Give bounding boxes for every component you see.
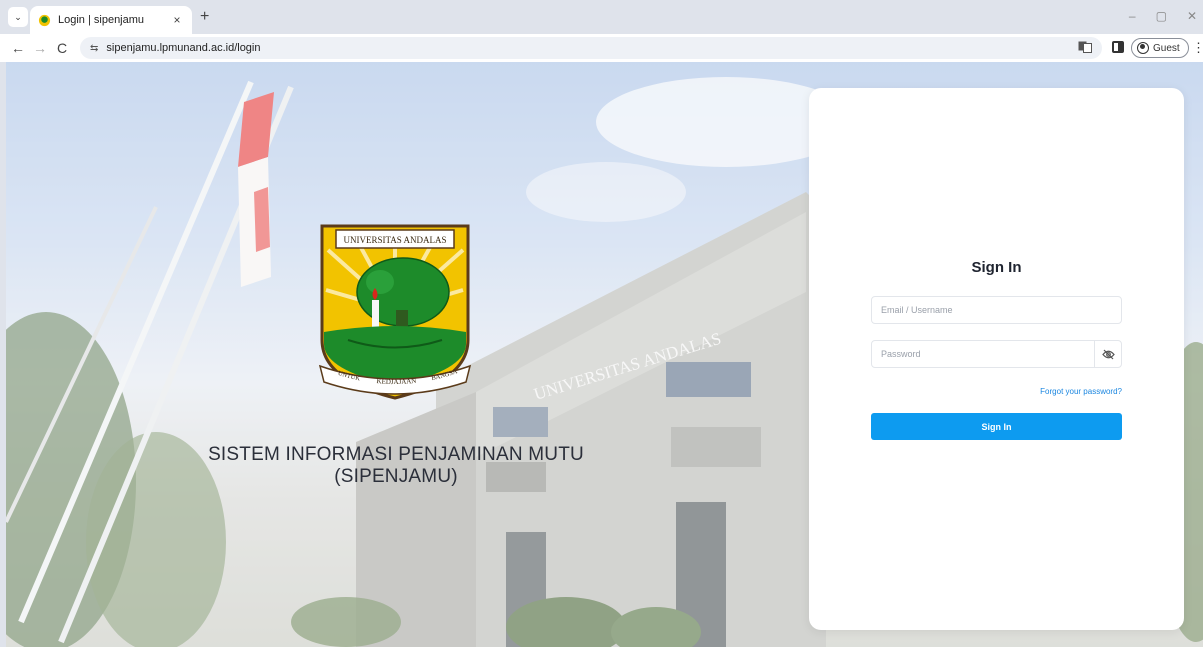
- back-button[interactable]: ←: [8, 40, 28, 56]
- reload-button[interactable]: C: [52, 40, 72, 56]
- sign-in-button[interactable]: Sign In: [871, 413, 1122, 440]
- logo-ribbon-mid: KEDJAJAAN: [376, 377, 416, 386]
- login-title: Sign In: [971, 259, 1022, 276]
- more-menu-icon[interactable]: ⋮: [1192, 40, 1203, 56]
- email-username-input[interactable]: [871, 296, 1122, 324]
- url-text[interactable]: sipenjamu.lpmunand.ac.id/login: [106, 42, 260, 54]
- close-window-icon[interactable]: ✕: [1187, 9, 1197, 23]
- tab-title: Login | sipenjamu: [58, 14, 145, 26]
- tab-search-button[interactable]: ⌄: [8, 7, 28, 27]
- window-controls: – ▢ ✕: [1129, 9, 1197, 23]
- minimize-icon[interactable]: –: [1129, 9, 1136, 23]
- chevron-down-icon: ⌄: [14, 11, 22, 22]
- app-title-line1: SISTEM INFORMASI PENJAMINAN MUTU: [208, 444, 584, 465]
- password-input[interactable]: [871, 340, 1122, 368]
- translate-icon[interactable]: [1078, 41, 1092, 53]
- app-title-line2: (SIPENJAMU): [334, 466, 458, 487]
- password-visibility-toggle[interactable]: [1094, 340, 1122, 368]
- eye-slash-icon: [1102, 349, 1115, 359]
- browser-toolbar: ← → C ⇆ sipenjamu.lpmunand.ac.id/login: [0, 34, 1203, 62]
- address-bar[interactable]: ⇆ sipenjamu.lpmunand.ac.id/login: [80, 37, 1102, 59]
- logo-banner-text: UNIVERSITAS ANDALAS: [343, 235, 446, 245]
- profile-button[interactable]: Guest: [1131, 38, 1189, 58]
- browser-tab-strip: ⌄ Login | sipenjamu × + – ▢ ✕: [0, 0, 1203, 34]
- profile-label: Guest: [1153, 42, 1180, 54]
- svg-text:KEDJAJAAN: KEDJAJAAN: [376, 377, 416, 386]
- forward-button[interactable]: →: [30, 40, 50, 56]
- forgot-password-link[interactable]: Forgot your password?: [1040, 387, 1122, 396]
- site-info-icon[interactable]: ⇆: [90, 43, 98, 54]
- university-logo: UNIVERSITAS ANDALAS UNTUK KEDJAJAAN BANG…: [318, 224, 472, 400]
- user-icon: [1137, 42, 1149, 54]
- login-card: Sign In Forgot your password? Sign In: [809, 88, 1184, 630]
- password-field-group: [871, 340, 1122, 368]
- browser-tab[interactable]: Login | sipenjamu ×: [30, 6, 192, 34]
- favicon-icon: [38, 14, 51, 26]
- side-panel-icon[interactable]: [1112, 41, 1124, 53]
- new-tab-button[interactable]: +: [200, 9, 209, 25]
- page-viewport: UNIVERSITAS ANDALAS UNIVERSITAS ANDALAS: [6, 62, 1203, 647]
- maximize-icon[interactable]: ▢: [1156, 9, 1167, 23]
- app-title: SISTEM INFORMASI PENJAMINAN MUTU (SIPENJ…: [176, 444, 616, 488]
- tab-close-icon[interactable]: ×: [170, 13, 184, 27]
